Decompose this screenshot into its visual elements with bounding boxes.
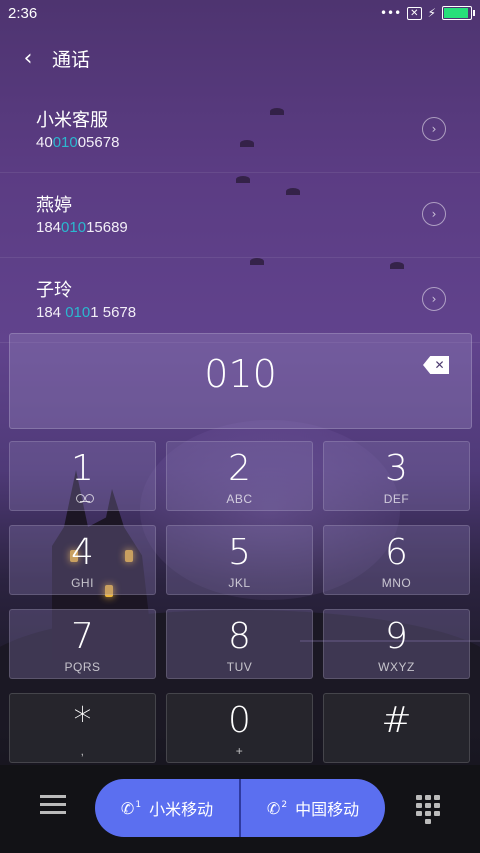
charging-icon: ⚡	[427, 6, 436, 20]
key-letters: ABC	[226, 492, 253, 506]
contact-name: 子玲	[36, 280, 72, 301]
status-bar: 2:36 ••• ✕ ⚡	[0, 0, 480, 28]
key-letters: WXYZ	[378, 660, 415, 674]
key-digit: #	[381, 700, 412, 741]
phone-sim1-icon: ✆1	[120, 798, 142, 818]
key-letters: +	[235, 744, 244, 758]
key-3[interactable]: 3 DEF	[323, 441, 470, 511]
key-6[interactable]: 6 MNO	[323, 525, 470, 595]
key-digit: 6	[385, 532, 408, 573]
dial-keypad: 1 2 ABC 3 DEF 4 GHI 5 JKL 6 MNO 7 PQRS 8…	[9, 441, 471, 763]
back-button[interactable]: ‹	[14, 38, 42, 78]
contact-detail-button[interactable]: ›	[422, 117, 446, 141]
contact-number: 4001005678	[36, 134, 120, 151]
key-digit: 8	[228, 616, 251, 657]
key-2[interactable]: 2 ABC	[166, 441, 313, 511]
key-digit: 7	[71, 616, 94, 657]
key-0[interactable]: 0 +	[166, 693, 313, 763]
contact-number: 18401015689	[36, 219, 128, 236]
keypad-toggle-button[interactable]	[416, 795, 440, 824]
key-digit: 3	[385, 448, 408, 489]
bottom-bar: ✆1 小米移动 ✆2 中国移动	[0, 765, 480, 853]
contact-suggestion-list: 小米客服 4001005678 › 燕婷 18401015689 › 子玲 18…	[0, 88, 480, 343]
call-button-group: ✆1 小米移动 ✆2 中国移动	[95, 779, 385, 837]
key-digit: 1	[71, 448, 94, 489]
dial-number-display[interactable]: 010 ✕	[9, 333, 472, 429]
contact-row[interactable]: 小米客服 4001005678 ›	[0, 88, 480, 173]
status-icons: ••• ✕ ⚡	[379, 6, 475, 20]
sim1-label: 小米移动	[149, 800, 214, 819]
call-sim2-button[interactable]: ✆2 中国移动	[241, 779, 385, 837]
page-title: 通话	[52, 48, 91, 71]
number-match-highlight: 010	[65, 304, 91, 321]
key-digit: 0	[228, 700, 251, 741]
backspace-button[interactable]: ✕	[423, 356, 449, 374]
key-letters: PQRS	[64, 660, 101, 674]
key-star[interactable]: * ,	[9, 693, 156, 763]
key-7[interactable]: 7 PQRS	[9, 609, 156, 679]
contact-row[interactable]: 燕婷 18401015689 ›	[0, 173, 480, 258]
chevron-right-icon: ›	[431, 122, 437, 136]
key-letters: MNO	[381, 576, 412, 590]
contact-detail-button[interactable]: ›	[422, 287, 446, 311]
key-letters: TUV	[226, 660, 253, 674]
key-5[interactable]: 5 JKL	[166, 525, 313, 595]
menu-button[interactable]	[40, 795, 66, 819]
key-9[interactable]: 9 WXYZ	[323, 609, 470, 679]
call-sim1-button[interactable]: ✆1 小米移动	[95, 779, 239, 837]
key-digit: 9	[385, 616, 408, 657]
voicemail-icon	[76, 494, 94, 503]
chevron-right-icon: ›	[431, 292, 437, 306]
key-8[interactable]: 8 TUV	[166, 609, 313, 679]
battery-level	[444, 8, 468, 18]
key-letters: DEF	[383, 492, 410, 506]
key-1[interactable]: 1	[9, 441, 156, 511]
key-digit: *	[73, 700, 92, 741]
key-4[interactable]: 4 GHI	[9, 525, 156, 595]
key-digit: 5	[228, 532, 251, 573]
key-digit: 4	[71, 532, 94, 573]
sim2-label: 中国移动	[295, 800, 360, 819]
header: ‹ 通话	[0, 38, 480, 78]
key-letters: ,	[80, 744, 85, 758]
number-match-highlight: 010	[61, 219, 87, 236]
contact-name: 小米客服	[36, 110, 108, 131]
contact-number: 184 0101 5678	[36, 304, 137, 321]
dialpad-icon	[425, 819, 431, 824]
notification-x-icon: ✕	[407, 6, 422, 20]
key-hash[interactable]: #	[323, 693, 470, 763]
key-letters: GHI	[71, 576, 94, 590]
status-time: 2:36	[8, 5, 38, 22]
dialed-digits: 010	[204, 352, 277, 396]
hamburger-icon	[40, 795, 66, 798]
contact-name: 燕婷	[36, 195, 72, 216]
battery-icon	[442, 6, 475, 20]
number-match-highlight: 010	[52, 134, 78, 151]
phone-sim2-icon: ✆2	[266, 798, 288, 818]
contact-detail-button[interactable]: ›	[422, 202, 446, 226]
key-digit: 2	[228, 448, 251, 489]
key-letters: JKL	[228, 576, 251, 590]
chevron-right-icon: ›	[431, 207, 437, 221]
chevron-left-icon: ‹	[23, 45, 33, 71]
contact-row[interactable]: 子玲 184 0101 5678 ›	[0, 258, 480, 343]
dots-icon: •••	[379, 6, 402, 20]
